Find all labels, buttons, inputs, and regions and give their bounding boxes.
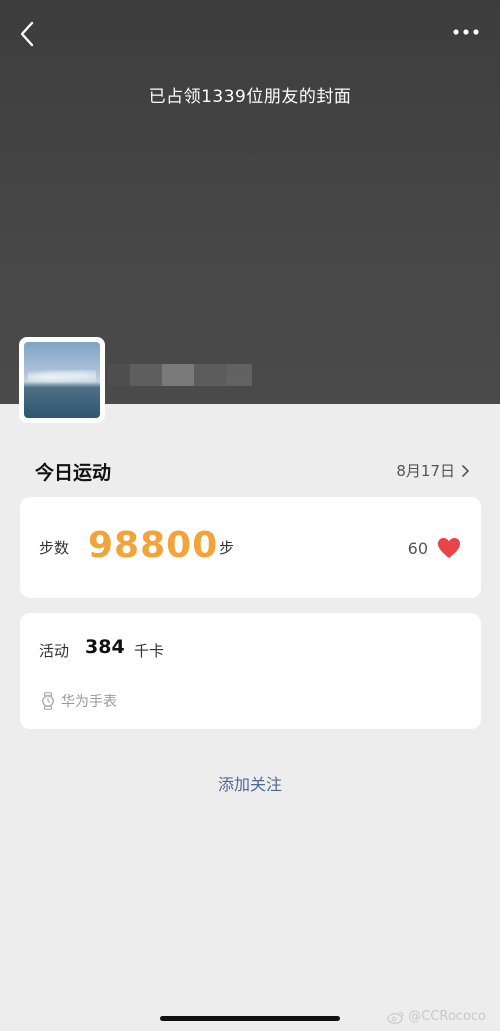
section-title: 今日运动 [35,462,112,484]
likes-count: 60 [407,539,428,558]
username-blurred [108,364,252,386]
activity-unit: 千卡 [134,642,165,660]
steps-card[interactable]: 步数 98800 步 60 [20,497,481,598]
date-selector[interactable]: 8月17日 [396,460,470,481]
device-name: 华为手表 [61,694,117,710]
heart-icon[interactable] [437,537,461,559]
watch-icon [42,692,54,710]
steps-value: 98800 [88,525,219,566]
weibo-icon [387,1011,404,1024]
home-indicator[interactable] [160,1016,340,1021]
avatar-image [24,342,100,418]
steps-label: 步数 [39,539,70,557]
watermark-text: @CCRococo [408,1009,486,1024]
activity-value: 384 [85,636,125,658]
steps-unit: 步 [219,539,235,557]
device-row: 华为手表 [41,691,117,711]
add-follow-link[interactable]: 添加关注 [0,771,500,795]
back-icon[interactable] [14,18,42,50]
avatar[interactable] [19,337,105,423]
cover-title: 已占领1339位朋友的封面 [148,87,352,107]
activity-label: 活动 [39,642,70,660]
date-label: 8月17日 [396,462,455,480]
activity-card[interactable]: 活动 384 千卡 华为手表 [20,613,481,729]
watermark: @CCRococo [387,1009,486,1024]
more-icon[interactable] [450,22,482,42]
chevron-right-icon [462,464,469,477]
